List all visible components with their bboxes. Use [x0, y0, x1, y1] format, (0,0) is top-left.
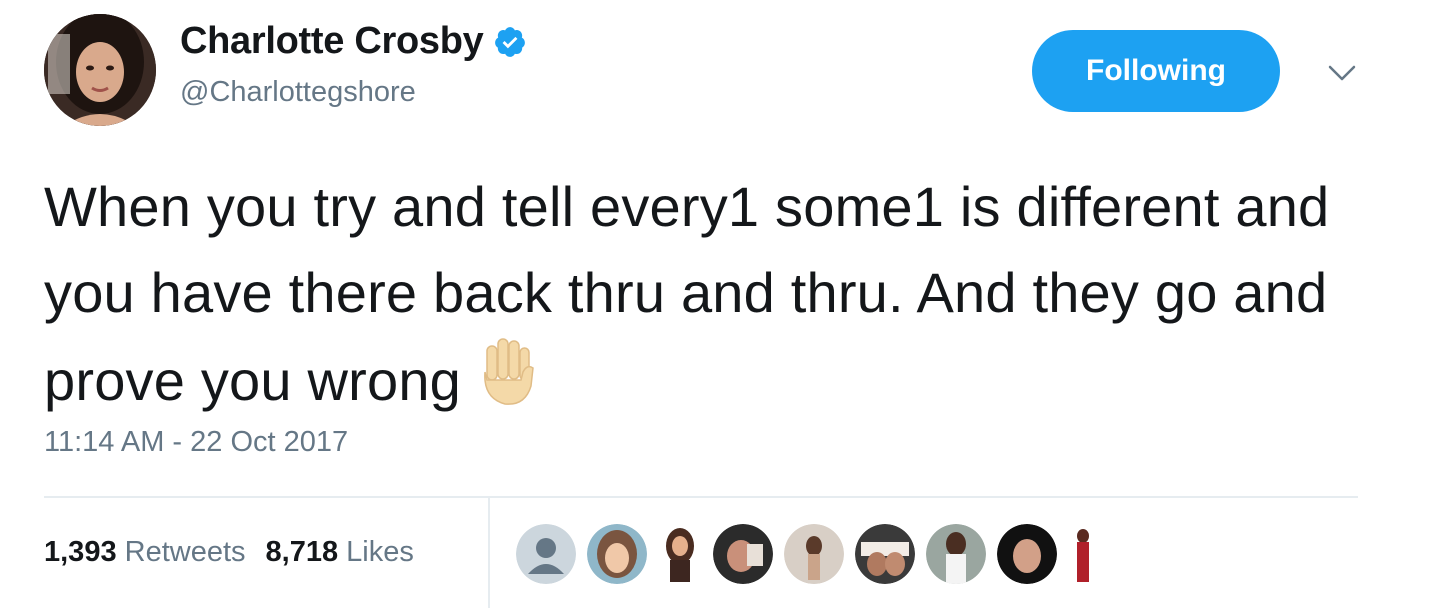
liker-avatar[interactable] [1068, 524, 1112, 584]
display-name[interactable]: Charlotte Crosby [180, 20, 484, 63]
author-photo [44, 14, 156, 126]
retweets-stat[interactable]: 1,393 Retweets [44, 536, 246, 569]
chevron-down-icon[interactable] [1322, 56, 1362, 90]
liker-avatar[interactable] [855, 524, 915, 584]
likes-stat[interactable]: 8,718 Likes [266, 536, 414, 569]
divider [44, 496, 1358, 498]
author-handle[interactable]: @Charlottegshore [180, 76, 416, 109]
liker-avatar[interactable] [658, 524, 702, 584]
author-name-row[interactable]: Charlotte Crosby [180, 20, 527, 63]
liker-avatar[interactable] [587, 524, 647, 584]
liker-avatar[interactable] [926, 524, 986, 584]
raised-hand-emoji-icon [475, 336, 539, 408]
tweet-text: When you try and tell every1 some1 is di… [44, 164, 1374, 424]
liker-avatar-default[interactable] [516, 524, 576, 584]
liker-avatar[interactable] [997, 524, 1057, 584]
tweet-body: When you try and tell every1 some1 is di… [44, 175, 1330, 412]
retweets-label: Retweets [124, 536, 246, 568]
stats-separator [488, 498, 490, 608]
author-avatar[interactable] [44, 14, 156, 126]
verified-badge-icon [493, 25, 527, 59]
likes-label: Likes [346, 536, 414, 568]
tweet-timestamp[interactable]: 11:14 AM - 22 Oct 2017 [44, 426, 348, 459]
likes-count: 8,718 [265, 536, 339, 568]
liker-avatar[interactable] [713, 524, 773, 584]
liker-avatars [516, 522, 1123, 586]
tweet-stats: 1,393 Retweets 8,718 Likes [44, 536, 414, 569]
retweets-count: 1,393 [44, 536, 117, 568]
following-button[interactable]: Following [1032, 30, 1280, 112]
liker-avatar[interactable] [784, 524, 844, 584]
